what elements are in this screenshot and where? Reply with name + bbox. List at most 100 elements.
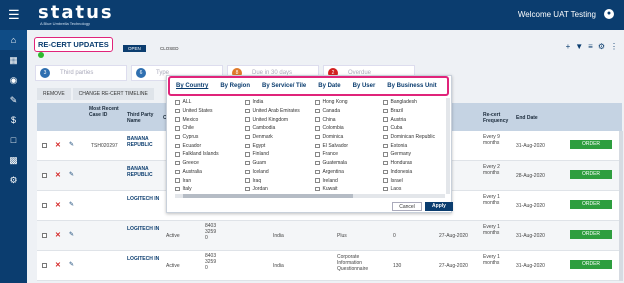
order-button[interactable]: ORDER bbox=[570, 230, 612, 239]
row-checkbox[interactable] bbox=[42, 233, 47, 238]
chart-icon[interactable]: ▩ bbox=[0, 150, 27, 170]
checkbox[interactable] bbox=[245, 152, 250, 157]
country-option[interactable]: Italy bbox=[175, 185, 241, 194]
edit-icon[interactable]: ✎ bbox=[69, 261, 74, 268]
country-option[interactable]: Hong Kong bbox=[315, 98, 381, 107]
country-list-hscrollbar[interactable] bbox=[175, 194, 445, 198]
country-option[interactable]: Laos bbox=[383, 185, 447, 194]
checkbox[interactable] bbox=[175, 152, 180, 157]
country-option[interactable]: Ecuador bbox=[175, 141, 241, 150]
country-option[interactable]: Dominican Republic bbox=[383, 133, 447, 142]
country-option[interactable]: Iceland bbox=[245, 168, 311, 177]
filter-icon[interactable]: ▼ bbox=[575, 42, 583, 51]
checkbox[interactable] bbox=[315, 169, 320, 175]
checkbox[interactable] bbox=[315, 134, 320, 140]
checkbox[interactable] bbox=[245, 126, 250, 131]
country-option[interactable]: Egypt bbox=[245, 141, 311, 150]
delete-icon[interactable]: ✕ bbox=[55, 231, 61, 239]
country-option[interactable]: Israel bbox=[383, 176, 447, 185]
country-option[interactable]: Guam bbox=[245, 159, 311, 168]
tab-by-business-unit[interactable]: By Business Unit bbox=[381, 83, 442, 89]
row-checkbox[interactable] bbox=[42, 203, 47, 208]
scroll-thumb[interactable] bbox=[183, 194, 353, 198]
country-option[interactable]: United Arab Emirates bbox=[245, 107, 311, 116]
tab-by-service[interactable]: By Service/ Tile bbox=[256, 83, 312, 89]
tab-by-country[interactable]: By Country bbox=[170, 83, 214, 89]
checkbox[interactable] bbox=[315, 108, 320, 114]
checkbox[interactable] bbox=[383, 117, 388, 122]
checkbox[interactable] bbox=[175, 178, 180, 183]
edit-icon[interactable]: ✎ bbox=[69, 201, 74, 208]
country-option[interactable]: Jordan bbox=[245, 185, 311, 194]
third-party-name[interactable]: BANANA REPUBLIC bbox=[127, 136, 161, 148]
delete-icon[interactable]: ✕ bbox=[55, 261, 61, 269]
third-party-name[interactable]: BANANA REPUBLIC bbox=[127, 166, 161, 178]
card-third-parties[interactable]: 3 Third parties bbox=[35, 65, 127, 81]
checkbox[interactable] bbox=[245, 100, 250, 105]
hamburger-menu-icon[interactable]: ☰ bbox=[8, 8, 20, 21]
tab-open[interactable]: OPEN bbox=[123, 45, 146, 52]
delete-icon[interactable]: ✕ bbox=[55, 141, 61, 149]
change-timeline-button[interactable]: CHANGE RE-CERT TIMELINE bbox=[72, 88, 154, 100]
checkbox[interactable] bbox=[175, 117, 180, 122]
checkbox[interactable] bbox=[245, 134, 250, 140]
third-party-name[interactable]: LOGITECH IN bbox=[127, 226, 161, 232]
checkbox[interactable] bbox=[245, 169, 250, 175]
delete-icon[interactable]: ✕ bbox=[55, 171, 61, 179]
third-party-name[interactable]: LOGITECH IN bbox=[127, 196, 161, 202]
country-option[interactable]: Colombia bbox=[315, 124, 381, 133]
country-option[interactable]: Guatemala bbox=[315, 159, 381, 168]
tab-by-region[interactable]: By Region bbox=[214, 83, 256, 89]
row-checkbox[interactable] bbox=[42, 263, 47, 268]
order-button[interactable]: ORDER bbox=[570, 260, 612, 269]
checkbox[interactable] bbox=[245, 186, 250, 192]
country-option[interactable]: Cambodia bbox=[245, 124, 311, 133]
edit-icon[interactable]: ✎ bbox=[69, 171, 74, 178]
country-option[interactable]: United States bbox=[175, 107, 241, 116]
checkbox[interactable] bbox=[383, 143, 388, 149]
third-party-name[interactable]: LOGITECH IN bbox=[127, 256, 161, 262]
dollar-icon[interactable]: $ bbox=[0, 110, 27, 130]
checkbox[interactable] bbox=[383, 152, 388, 157]
apply-button[interactable]: Apply bbox=[425, 202, 453, 211]
checkbox[interactable] bbox=[315, 126, 320, 131]
checkbox[interactable] bbox=[383, 108, 388, 114]
settings-icon[interactable]: ⚙ bbox=[598, 42, 605, 51]
order-button[interactable]: ORDER bbox=[570, 170, 612, 179]
checkbox[interactable] bbox=[175, 108, 180, 114]
country-option[interactable]: Cuba bbox=[383, 124, 447, 133]
country-option[interactable]: United Kingdom bbox=[245, 115, 311, 124]
cancel-button[interactable]: Cancel bbox=[392, 202, 422, 211]
tab-closed[interactable]: CLOSED bbox=[157, 45, 182, 52]
country-option[interactable]: Falkland Islands bbox=[175, 150, 241, 159]
building-icon[interactable]: ▦ bbox=[0, 50, 27, 70]
country-option[interactable]: Bangladesh bbox=[383, 98, 447, 107]
delete-icon[interactable]: ✕ bbox=[55, 201, 61, 209]
eye-icon[interactable]: ◉ bbox=[0, 70, 27, 90]
country-option[interactable]: India bbox=[245, 98, 311, 107]
home-icon[interactable]: ⌂ bbox=[0, 30, 27, 50]
add-icon[interactable]: + bbox=[566, 42, 571, 51]
checkbox[interactable] bbox=[315, 100, 320, 105]
remove-button[interactable]: REMOVE bbox=[37, 88, 71, 100]
country-option[interactable]: France bbox=[315, 150, 381, 159]
checkbox[interactable] bbox=[175, 126, 180, 131]
country-option[interactable]: Mexico bbox=[175, 115, 241, 124]
checkbox[interactable] bbox=[245, 178, 250, 183]
checkbox[interactable] bbox=[175, 100, 180, 105]
country-option[interactable]: Denmark bbox=[245, 133, 311, 142]
tab-by-date[interactable]: By Date bbox=[312, 83, 346, 89]
country-option[interactable]: Germany bbox=[383, 150, 447, 159]
country-option[interactable]: China bbox=[315, 115, 381, 124]
country-option[interactable]: El Salvador bbox=[315, 141, 381, 150]
checkbox[interactable] bbox=[383, 126, 388, 131]
order-button[interactable]: ORDER bbox=[570, 140, 612, 149]
checkbox[interactable] bbox=[315, 117, 320, 122]
order-button[interactable]: ORDER bbox=[570, 200, 612, 209]
more-icon[interactable]: ⋮ bbox=[610, 42, 618, 51]
country-option[interactable]: ALL bbox=[175, 98, 241, 107]
country-list-vscrollbar[interactable] bbox=[446, 98, 450, 194]
country-option[interactable]: Argentina bbox=[315, 168, 381, 177]
tab-by-user[interactable]: By User bbox=[347, 83, 382, 89]
country-option[interactable]: Indonesia bbox=[383, 168, 447, 177]
